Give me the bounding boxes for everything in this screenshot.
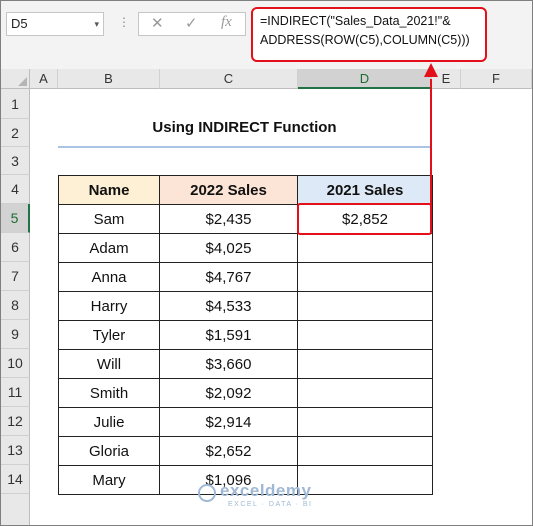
row-header-13[interactable]: 13 <box>1 436 30 465</box>
cell-name[interactable]: Smith <box>58 378 160 408</box>
table-row: Tyler $1,591 <box>58 320 433 350</box>
active-cell-highlight <box>297 203 432 235</box>
column-header-d[interactable]: D <box>298 69 432 89</box>
excel-window: D5 ▾ ⋮ ✕ ✓ fx =INDIRECT("Sales_Data_2021… <box>0 0 533 526</box>
cell-2022-sales[interactable]: $1,591 <box>159 320 298 350</box>
callout-arrow-line <box>430 79 432 222</box>
watermark-name: exceldemy <box>220 481 312 500</box>
cell-name[interactable]: Anna <box>58 262 160 292</box>
row-header-3[interactable]: 3 <box>1 147 30 175</box>
row-header-14[interactable]: 14 <box>1 465 30 494</box>
cell-2021-sales[interactable] <box>297 291 433 321</box>
cell-2022-sales[interactable]: $4,533 <box>159 291 298 321</box>
table-row: Anna $4,767 <box>58 262 433 292</box>
cell-2022-sales[interactable]: $2,914 <box>159 407 298 437</box>
table-row: Harry $4,533 <box>58 291 433 321</box>
exceldemy-logo-icon <box>198 484 216 502</box>
cell-2021-sales[interactable] <box>297 320 433 350</box>
cell-2022-sales[interactable]: $2,652 <box>159 436 298 466</box>
cell-2022-sales[interactable]: $2,092 <box>159 378 298 408</box>
cell-name[interactable]: Adam <box>58 233 160 263</box>
cell-2021-sales[interactable] <box>297 262 433 292</box>
cell-2021-sales[interactable] <box>297 378 433 408</box>
cell-2022-sales[interactable]: $3,660 <box>159 349 298 379</box>
cell-2022-sales[interactable]: $4,025 <box>159 233 298 263</box>
row-header-2[interactable]: 2 <box>1 119 30 147</box>
header-2021-sales[interactable]: 2021 Sales <box>297 175 433 205</box>
cell-name[interactable]: Tyler <box>58 320 160 350</box>
cell-2021-sales[interactable] <box>297 407 433 437</box>
sheet-title[interactable]: Using INDIRECT Function <box>58 119 431 136</box>
formula-line-2: ADDRESS(ROW(C5),COLUMN(C5))) <box>260 33 470 47</box>
cell-name[interactable]: Harry <box>58 291 160 321</box>
row-header-5[interactable]: 5 <box>1 204 30 233</box>
row-header-9[interactable]: 9 <box>1 320 30 349</box>
row-header-7[interactable]: 7 <box>1 262 30 291</box>
row-header-1[interactable]: 1 <box>1 89 30 119</box>
cell-name[interactable]: Gloria <box>58 436 160 466</box>
cell-name[interactable]: Mary <box>58 465 160 495</box>
row-header-12[interactable]: 12 <box>1 407 30 436</box>
select-all-button[interactable] <box>1 69 30 89</box>
name-box[interactable]: D5 ▾ <box>6 12 104 36</box>
row-header-10[interactable]: 10 <box>1 349 30 378</box>
header-name[interactable]: Name <box>58 175 160 205</box>
cell-2021-sales[interactable] <box>297 436 433 466</box>
table-row: Smith $2,092 <box>58 378 433 408</box>
insert-function-icon[interactable]: fx <box>221 14 232 31</box>
formula-line-1: =INDIRECT("Sales_Data_2021!"& <box>260 14 451 28</box>
table-header-row: Name 2022 Sales 2021 Sales <box>58 175 433 205</box>
table-row: Adam $4,025 <box>58 233 433 263</box>
cell-name[interactable]: Will <box>58 349 160 379</box>
more-options-icon[interactable]: ⋮ <box>118 15 130 29</box>
column-header-a[interactable]: A <box>30 69 58 89</box>
header-2022-sales[interactable]: 2022 Sales <box>159 175 298 205</box>
table-row: Gloria $2,652 <box>58 436 433 466</box>
cell-name[interactable]: Sam <box>58 204 160 234</box>
row-header-15[interactable] <box>1 494 30 525</box>
title-underline <box>58 146 431 148</box>
formula-input[interactable]: =INDIRECT("Sales_Data_2021!"& ADDRESS(RO… <box>251 7 487 62</box>
chevron-down-icon[interactable]: ▾ <box>94 13 99 35</box>
formula-bar-area: D5 ▾ ⋮ ✕ ✓ fx =INDIRECT("Sales_Data_2021… <box>1 1 532 69</box>
cell-2021-sales[interactable] <box>297 233 433 263</box>
cell-2022-sales[interactable]: $4,767 <box>159 262 298 292</box>
watermark-tagline: EXCEL · DATA · BI <box>228 501 313 508</box>
table-row: Will $3,660 <box>58 349 433 379</box>
name-box-value: D5 <box>11 16 28 31</box>
column-header-f[interactable]: F <box>461 69 532 89</box>
cancel-icon[interactable]: ✕ <box>151 14 164 32</box>
cell-name[interactable]: Julie <box>58 407 160 437</box>
column-header-c[interactable]: C <box>160 69 298 89</box>
row-header-11[interactable]: 11 <box>1 378 30 407</box>
enter-icon[interactable]: ✓ <box>185 14 198 32</box>
row-header-6[interactable]: 6 <box>1 233 30 262</box>
arrow-up-icon <box>424 63 438 77</box>
table-row: Julie $2,914 <box>58 407 433 437</box>
column-header-b[interactable]: B <box>58 69 160 89</box>
row-header-8[interactable]: 8 <box>1 291 30 320</box>
cell-2022-sales[interactable]: $2,435 <box>159 204 298 234</box>
formula-buttons: ✕ ✓ fx <box>138 12 246 36</box>
cell-2021-sales[interactable] <box>297 465 433 495</box>
cell-2021-sales[interactable] <box>297 349 433 379</box>
row-header-4[interactable]: 4 <box>1 175 30 204</box>
